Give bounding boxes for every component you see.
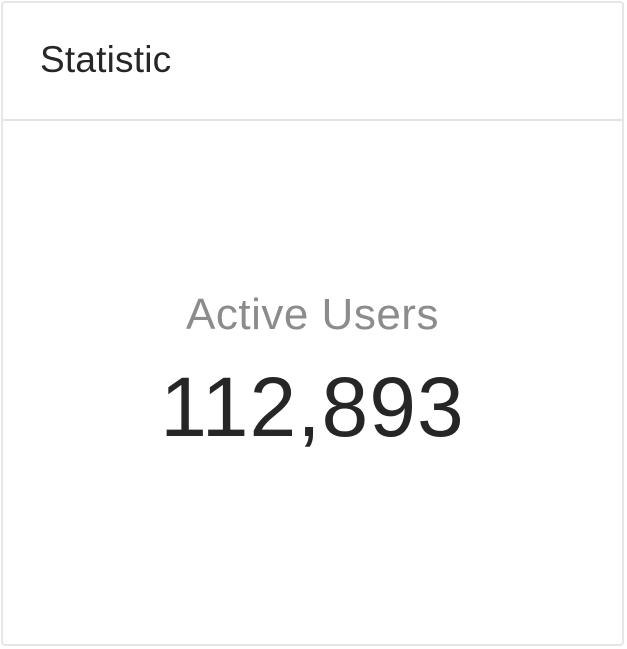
statistic-title: Active Users (186, 290, 439, 339)
card-header: Statistic (3, 3, 622, 121)
card-title: Statistic (40, 39, 172, 80)
card-body: Active Users 112,893 (3, 121, 622, 644)
statistic-card: Statistic Active Users 112,893 (1, 1, 624, 646)
statistic: Active Users 112,893 (3, 285, 622, 455)
statistic-value: 112,893 (160, 360, 465, 454)
